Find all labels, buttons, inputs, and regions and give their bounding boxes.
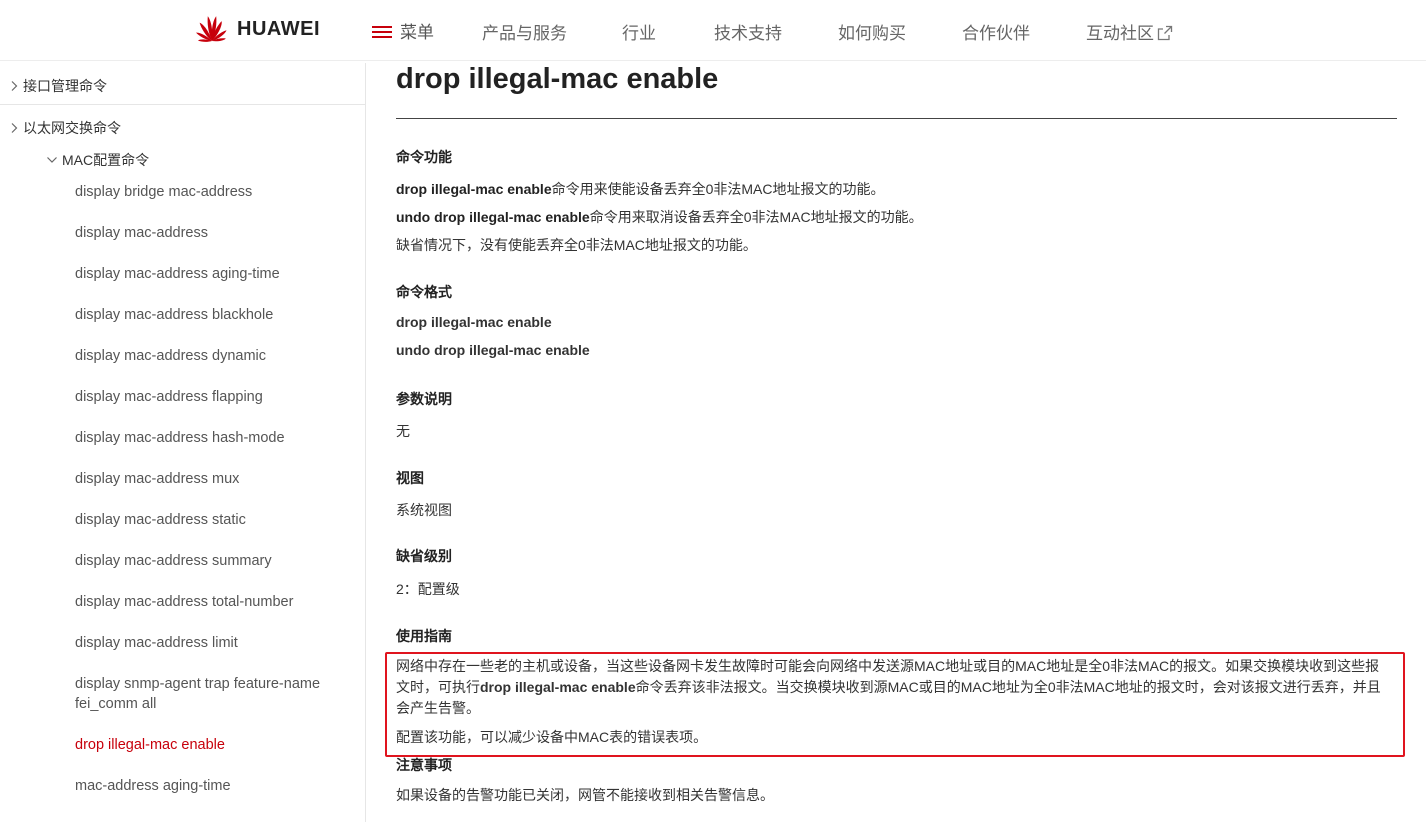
function-line-1: drop illegal-mac enable命令用来使能设备丢弃全0非法MAC…: [396, 179, 885, 199]
sidebar-item[interactable]: display mac-address mux: [75, 469, 355, 489]
sidebar-item[interactable]: display bridge mac-address: [75, 182, 355, 202]
params-text: 无: [396, 423, 410, 439]
tree-node-label: MAC配置命令: [62, 152, 150, 168]
format-command-2: undo drop illegal-mac enable: [396, 342, 590, 358]
nav-community[interactable]: 互动社区: [1086, 19, 1173, 44]
doc-tree-sidebar: 接口管理命令 以太网交换命令 MAC配置命令 display bridge ma…: [0, 63, 366, 822]
section-heading-format: 命令格式: [396, 284, 452, 300]
nav-industries[interactable]: 行业: [622, 19, 656, 44]
sidebar-item-active[interactable]: drop illegal-mac enable: [75, 735, 355, 755]
chevron-down-icon: [47, 157, 57, 163]
nav-community-label: 互动社区: [1086, 24, 1154, 43]
sidebar-item[interactable]: display mac-address flapping: [75, 387, 355, 407]
sidebar-item[interactable]: display mac-address total-number: [75, 592, 355, 612]
sidebar-item[interactable]: display mac-address dynamic: [75, 346, 355, 366]
sidebar-item[interactable]: display snmp-agent trap feature-name fei…: [75, 674, 355, 714]
function-line-2: undo drop illegal-mac enable命令用来取消设备丢弃全0…: [396, 207, 923, 227]
top-header: HUAWEI 菜单 产品与服务 行业 技术支持 如何购买 合作伙伴 互动社区: [0, 0, 1426, 61]
chevron-right-icon: [11, 81, 18, 91]
external-link-icon: [1157, 25, 1173, 41]
sidebar-item[interactable]: display mac-address limit: [75, 633, 355, 653]
format-command-1: drop illegal-mac enable: [396, 314, 552, 330]
section-heading-function: 命令功能: [396, 149, 452, 165]
menu-button[interactable]: 菜单: [372, 18, 434, 43]
notes-text: 如果设备的告警功能已关闭，网管不能接收到相关告警信息。: [396, 787, 774, 803]
level-text: 2：配置级: [396, 581, 460, 597]
function-line-3: 缺省情况下，没有使能丢弃全0非法MAC地址报文的功能。: [396, 237, 757, 253]
hamburger-icon: [372, 24, 392, 38]
tree-node-interface-mgmt[interactable]: 接口管理命令: [9, 76, 107, 96]
inline-text: 命令用来取消设备丢弃全0非法MAC地址报文的功能。: [589, 209, 923, 225]
chevron-right-icon: [11, 123, 18, 133]
tree-node-label: 以太网交换命令: [23, 120, 121, 136]
view-text: 系统视图: [396, 502, 452, 518]
inline-command: undo drop illegal-mac enable: [396, 209, 590, 225]
nav-support[interactable]: 技术支持: [714, 19, 782, 44]
page-title: drop illegal-mac enable: [396, 63, 719, 95]
tree-node-ethernet-switching[interactable]: 以太网交换命令: [9, 118, 121, 138]
sidebar-item[interactable]: display mac-address static: [75, 510, 355, 530]
section-heading-view: 视图: [396, 470, 424, 486]
sidebar-item[interactable]: display mac-address hash-mode: [75, 428, 355, 448]
sidebar-item[interactable]: display mac-address blackhole: [75, 305, 355, 325]
sidebar-item[interactable]: display mac-address: [75, 223, 355, 243]
tree-node-mac-config[interactable]: MAC配置命令: [46, 150, 149, 170]
inline-text: 命令用来使能设备丢弃全0非法MAC地址报文的功能。: [551, 181, 885, 197]
sidebar-item[interactable]: display mac-address summary: [75, 551, 355, 571]
sidebar-item[interactable]: mac-address aging-time: [75, 776, 355, 796]
inline-command: drop illegal-mac enable: [396, 181, 552, 197]
nav-products-services[interactable]: 产品与服务: [482, 19, 567, 44]
section-heading-level: 缺省级别: [396, 548, 452, 564]
nav-how-to-buy[interactable]: 如何购买: [838, 19, 906, 44]
title-divider: [396, 118, 1397, 119]
nav-partners[interactable]: 合作伙伴: [962, 19, 1030, 44]
huawei-flower-icon: [195, 16, 227, 42]
sidebar-item[interactable]: display mac-address aging-time: [75, 264, 355, 284]
highlight-box: [385, 652, 1405, 757]
section-heading-notes: 注意事项: [396, 757, 452, 773]
brand-name: HUAWEI: [237, 17, 320, 40]
menu-label: 菜单: [400, 23, 434, 42]
tree-node-label: 接口管理命令: [23, 78, 107, 94]
section-heading-params: 参数说明: [396, 391, 452, 407]
section-heading-guide: 使用指南: [396, 628, 452, 644]
huawei-logo[interactable]: HUAWEI: [193, 12, 320, 46]
